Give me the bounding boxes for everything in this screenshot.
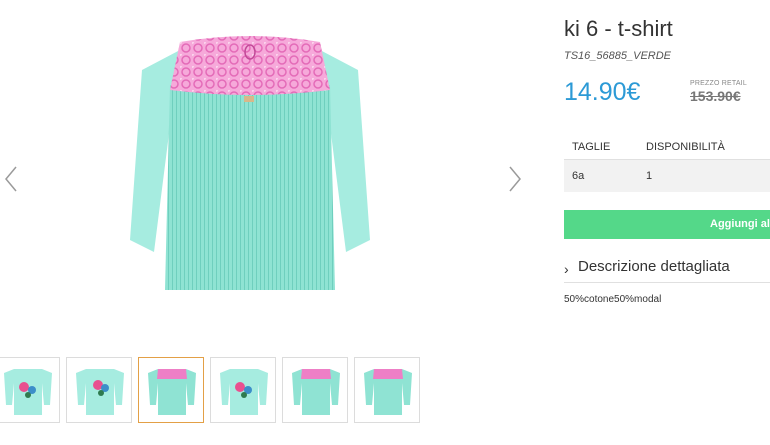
description-text: 50%cotone50%modal xyxy=(564,294,662,305)
next-image-arrow[interactable] xyxy=(506,165,524,193)
thumbnail-back-lace[interactable] xyxy=(138,357,204,423)
thumbnail-back-lace[interactable] xyxy=(354,357,420,423)
description-toggle-label: Descrizione dettagliata xyxy=(578,258,730,275)
size-cell[interactable]: 6a xyxy=(564,159,638,192)
table-header-row: TAGLIE DISPONIBILITÀ xyxy=(564,135,770,160)
sizes-table: TAGLIE DISPONIBILITÀ 6a 1 xyxy=(564,135,770,192)
product-title: ki 6 - t-shirt xyxy=(564,16,673,41)
availability-cell: 1 xyxy=(638,159,770,192)
description-toggle[interactable]: › Descrizione dettagliata xyxy=(564,254,770,283)
thumbnail-front-floral[interactable] xyxy=(0,357,60,423)
thumbnail-back-lace[interactable] xyxy=(282,357,348,423)
thumbnail-strip xyxy=(0,357,430,427)
column-header-sizes: TAGLIE xyxy=(564,135,638,160)
table-row[interactable]: 6a 1 xyxy=(564,159,770,192)
add-to-cart-button[interactable]: Aggiungi al c xyxy=(564,210,770,239)
thumbnail-front-floral[interactable] xyxy=(66,357,132,423)
retail-price-label: PREZZO RETAIL xyxy=(690,80,747,87)
column-header-availability: DISPONIBILITÀ xyxy=(638,135,770,160)
product-sku: TS16_56885_VERDE xyxy=(564,50,672,62)
product-price: 14.90€ xyxy=(564,78,641,106)
retail-price: 153.90€ xyxy=(690,88,741,104)
add-to-cart-label: Aggiungi al c xyxy=(710,218,770,230)
chevron-right-icon: › xyxy=(564,261,569,277)
thumbnail-front-floral[interactable] xyxy=(210,357,276,423)
previous-image-arrow[interactable] xyxy=(2,165,20,193)
product-main-image[interactable] xyxy=(120,30,380,320)
